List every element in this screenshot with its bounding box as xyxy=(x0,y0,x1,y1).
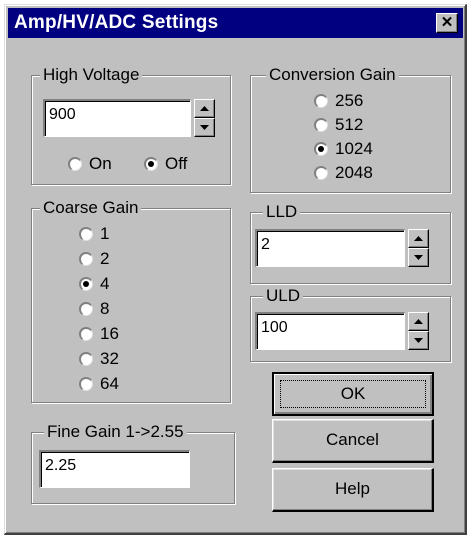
conversion-gain-256-label: 256 xyxy=(335,91,364,110)
arrow-down-icon xyxy=(200,125,209,130)
conversion-gain-512-radio-button xyxy=(314,118,328,132)
coarse-gain-64-radio-button xyxy=(79,377,93,391)
high-voltage-up-button[interactable] xyxy=(194,99,215,118)
coarse-gain-32-radio-button xyxy=(79,352,93,366)
high-voltage-spinner xyxy=(194,99,215,137)
lld-up-button[interactable] xyxy=(408,229,429,248)
help-button-label: Help xyxy=(335,479,370,498)
lld-group: LLD 2 xyxy=(250,201,451,284)
conversion-gain-group: Conversion Gain 256 512 1024 2048 xyxy=(250,64,451,193)
amp-hv-adc-settings-dialog: Amp/HV/ADC Settings ✕ High Voltage 900 O… xyxy=(4,4,467,535)
hv-off-label: Off xyxy=(165,154,188,173)
uld-up-button[interactable] xyxy=(408,312,429,331)
conversion-gain-label: Conversion Gain xyxy=(266,64,399,86)
conversion-gain-256-radio-button xyxy=(314,94,328,108)
arrow-up-icon xyxy=(414,319,423,324)
title-bar[interactable]: Amp/HV/ADC Settings ✕ xyxy=(8,8,463,38)
arrow-down-icon xyxy=(414,338,423,343)
coarse-gain-8-label: 8 xyxy=(100,299,110,318)
fine-gain-group: Fine Gain 1->2.55 2.25 xyxy=(31,421,235,504)
ok-button[interactable]: OK xyxy=(272,372,434,416)
lld-label: LLD xyxy=(263,201,301,223)
dialog-title: Amp/HV/ADC Settings xyxy=(14,12,219,33)
uld-group: ULD 100 xyxy=(250,285,451,362)
coarse-gain-group: Coarse Gain 1 2 4 8 16 32 64 xyxy=(31,197,231,403)
coarse-gain-2-radio-button xyxy=(79,252,93,266)
uld-input[interactable]: 100 xyxy=(255,312,405,350)
coarse-gain-64-label: 64 xyxy=(100,374,119,393)
coarse-gain-4-radio-button xyxy=(79,277,93,291)
conversion-gain-512-label: 512 xyxy=(335,115,364,134)
ok-button-label: OK xyxy=(340,384,366,403)
conversion-gain-1024-label: 1024 xyxy=(335,139,373,158)
lld-input[interactable]: 2 xyxy=(255,229,405,267)
hv-on-label: On xyxy=(89,154,112,173)
arrow-up-icon xyxy=(414,236,423,241)
fine-gain-input[interactable]: 2.25 xyxy=(39,450,190,488)
arrow-down-icon xyxy=(414,255,423,260)
help-button[interactable]: Help xyxy=(272,468,434,512)
high-voltage-group: High Voltage 900 On Off xyxy=(31,64,231,185)
lld-down-button[interactable] xyxy=(408,248,429,267)
coarse-gain-16-radio-button xyxy=(79,327,93,341)
coarse-gain-label: Coarse Gain xyxy=(40,197,142,219)
coarse-gain-1-radio-button xyxy=(79,227,93,241)
high-voltage-down-button[interactable] xyxy=(194,118,215,137)
uld-down-button[interactable] xyxy=(408,331,429,350)
close-icon: ✕ xyxy=(440,14,454,31)
coarse-gain-1-label: 1 xyxy=(100,224,110,243)
arrow-up-icon xyxy=(200,106,209,111)
high-voltage-input[interactable]: 900 xyxy=(43,99,191,137)
uld-label: ULD xyxy=(263,285,304,307)
lld-spinner xyxy=(408,229,429,267)
conversion-gain-2048-radio-button xyxy=(314,166,328,180)
coarse-gain-32-label: 32 xyxy=(100,349,119,368)
hv-off-radio-button xyxy=(144,157,158,171)
cancel-button-label: Cancel xyxy=(326,430,379,449)
fine-gain-label: Fine Gain 1->2.55 xyxy=(44,421,187,443)
coarse-gain-4-label: 4 xyxy=(100,274,110,293)
uld-spinner xyxy=(408,312,429,350)
coarse-gain-8-radio-button xyxy=(79,302,93,316)
close-button[interactable]: ✕ xyxy=(436,13,458,33)
coarse-gain-16-label: 16 xyxy=(100,324,119,343)
conversion-gain-2048-label: 2048 xyxy=(335,163,373,182)
high-voltage-label: High Voltage xyxy=(40,64,143,86)
hv-on-radio-button xyxy=(68,157,82,171)
conversion-gain-1024-radio-button xyxy=(314,142,328,156)
coarse-gain-2-label: 2 xyxy=(100,249,110,268)
cancel-button[interactable]: Cancel xyxy=(272,419,434,463)
